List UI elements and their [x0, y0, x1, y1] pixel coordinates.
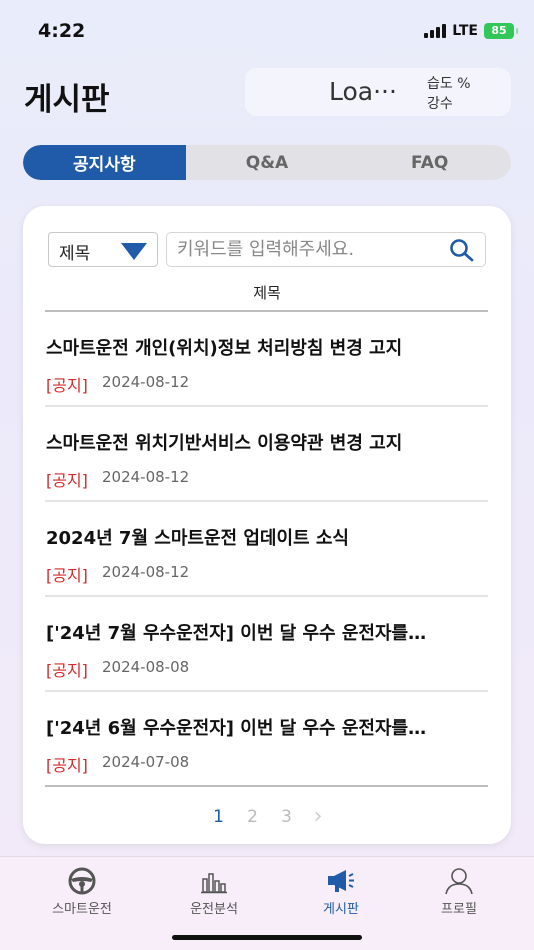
status-indicators: LTE 85	[424, 23, 518, 39]
list-item[interactable]: 스마트운전 개인(위치)정보 처리방침 변경 고지 [공지] 2024-08-1…	[45, 312, 488, 407]
tab-qna[interactable]: Q&A	[186, 145, 349, 180]
post-tag: [공지]	[46, 471, 88, 490]
next-page-chevron-icon[interactable]: ›	[314, 804, 323, 829]
page-3-button[interactable]: 3	[280, 807, 294, 827]
status-time: 4:22	[38, 20, 86, 42]
board-tabs: 공지사항 Q&A FAQ	[23, 145, 511, 180]
nav-label: 스마트운전	[52, 902, 112, 917]
nav-label: 게시판	[323, 902, 359, 917]
steering-wheel-icon	[68, 867, 96, 895]
person-icon	[445, 868, 473, 895]
signal-icon	[424, 24, 447, 38]
post-date: 2024-08-12	[102, 468, 190, 486]
weather-loading-text: Loa···	[329, 77, 397, 106]
list-item[interactable]: 스마트운전 위치기반서비스 이용약관 변경 고지 [공지] 2024-08-12	[45, 407, 488, 502]
nav-item-smart-driving[interactable]: 스마트운전	[27, 867, 137, 917]
post-title: 2024년 7월 스마트운전 업데이트 소식	[46, 528, 349, 549]
search-filter-value: 제목	[59, 244, 91, 264]
post-date: 2024-08-08	[102, 658, 190, 676]
megaphone-icon	[328, 870, 354, 892]
status-bar: 4:22 LTE 85	[0, 0, 534, 60]
page-title: 게시판	[24, 82, 110, 118]
search-input[interactable]	[177, 233, 447, 266]
notice-list-card: 제목 제목 스마트운전 개인(위치)정보 처리방침 변경 고지 [공지] 202…	[23, 206, 511, 844]
tab-faq[interactable]: FAQ	[348, 145, 511, 180]
nav-item-driving-analysis[interactable]: 운전분석	[159, 867, 269, 917]
tab-notice[interactable]: 공지사항	[23, 145, 186, 180]
post-tag: [공지]	[46, 566, 88, 585]
post-title: ['24년 6월 우수운전자] 이번 달 우수 운전자를…	[46, 718, 427, 739]
search-box	[166, 232, 486, 267]
nav-label: 프로필	[441, 902, 477, 917]
post-date: 2024-08-12	[102, 373, 190, 391]
search-filter-select[interactable]: 제목	[48, 232, 158, 267]
nav-label: 운전분석	[190, 902, 238, 917]
weather-humidity: 습도 %	[427, 76, 471, 92]
post-tag: [공지]	[46, 756, 88, 775]
column-header-title: 제목	[253, 284, 281, 302]
list-item[interactable]: ['24년 6월 우수운전자] 이번 달 우수 운전자를… [공지] 2024-…	[45, 692, 488, 787]
nav-item-profile[interactable]: 프로필	[404, 867, 514, 917]
nav-item-board[interactable]: 게시판	[286, 867, 396, 917]
post-tag: [공지]	[46, 376, 88, 395]
pagination: 1 2 3 ›	[23, 804, 511, 829]
post-date: 2024-07-08	[102, 753, 190, 771]
home-indicator	[172, 935, 362, 940]
post-title: ['24년 7월 우수운전자] 이번 달 우수 운전자를…	[46, 623, 427, 644]
post-title: 스마트운전 개인(위치)정보 처리방침 변경 고지	[46, 338, 403, 359]
weather-card: Loa··· 습도 % 강수	[245, 68, 511, 116]
network-label: LTE	[452, 23, 478, 39]
page-1-button[interactable]: 1	[212, 807, 226, 827]
list-item[interactable]: 2024년 7월 스마트운전 업데이트 소식 [공지] 2024-08-12	[45, 502, 488, 597]
post-tag: [공지]	[46, 661, 88, 680]
page-2-button[interactable]: 2	[246, 807, 260, 827]
post-date: 2024-08-12	[102, 563, 190, 581]
post-list: 스마트운전 개인(위치)정보 처리방침 변경 고지 [공지] 2024-08-1…	[45, 312, 488, 787]
post-title: 스마트운전 위치기반서비스 이용약관 변경 고지	[46, 433, 403, 454]
list-item[interactable]: ['24년 7월 우수운전자] 이번 달 우수 운전자를… [공지] 2024-…	[45, 597, 488, 692]
bar-chart-icon	[201, 873, 227, 894]
search-icon[interactable]	[449, 238, 475, 262]
dropdown-arrow-icon	[121, 243, 147, 260]
weather-rain: 강수	[427, 96, 453, 112]
battery-icon: 85	[484, 23, 518, 39]
